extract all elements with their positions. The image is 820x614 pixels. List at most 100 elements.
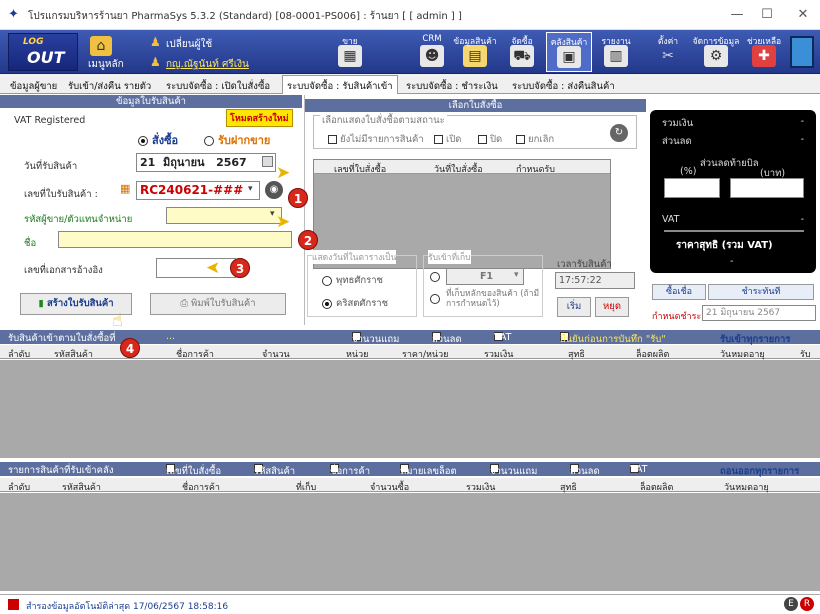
tab-open-po[interactable]: ระบบจัดซื้อ : เปิดใบสั่งซื้อ — [162, 76, 274, 94]
user-icon: ♟ — [150, 35, 161, 49]
r-badge-icon[interactable]: R — [800, 597, 814, 611]
net-value: - — [730, 256, 734, 267]
callout-3: 3 — [230, 258, 250, 278]
calendar-icon[interactable] — [262, 156, 273, 167]
purchase-button[interactable]: จัดซื้อ ⛟ — [500, 32, 544, 72]
radio-christian[interactable]: คริสตศักราช — [322, 296, 388, 311]
minimize-button[interactable]: — — [724, 6, 750, 24]
report-button[interactable]: รายงาน ▥ — [596, 32, 636, 72]
maximize-button[interactable]: ☐ — [754, 6, 780, 24]
tab-payment[interactable]: ระบบจัดซื้อ : ชำระเงิน — [402, 76, 502, 94]
vendor-name-field[interactable] — [58, 231, 292, 248]
col-receive: รับ — [800, 350, 811, 360]
tab-receive-return-item[interactable]: รับเข้า/ส่งคืน รายตัว — [64, 76, 155, 94]
receive-time-field[interactable]: 17:57:22 — [555, 272, 635, 289]
lookup-icon[interactable]: ◉ — [265, 181, 283, 199]
receive-date-picker[interactable]: 21 มิถุนายน 2567 — [136, 153, 276, 172]
incoming-po-value: ... — [166, 331, 176, 342]
wh-opt-trade-label: ชื่อการค้า — [330, 466, 371, 477]
data-manage-button[interactable]: จัดการข้อมูล ⚙ — [688, 32, 744, 72]
status-filter-group: เลือกแสดงใบสั่งซื้อตามสถานะ ยังไม่มีรายก… — [313, 113, 637, 149]
callout-4: 4 — [120, 338, 140, 358]
po-grid-header: เลขที่ใบสั่งซื้อ วันที่ใบสั่งซื้อ กำหนดร… — [314, 160, 610, 175]
settings-button[interactable]: ตั้งค่า ✂ — [648, 32, 688, 72]
window-title: โปรแกรมบริหารร้านยา PharmaSys 5.3.2 (Sta… — [28, 11, 462, 22]
ref-doc-field[interactable] — [156, 258, 236, 278]
radio-buy[interactable]: สั่งซื้อ — [138, 131, 178, 149]
module-tabs: ข้อมูลผู้ขาย รับเข้า/ส่งคืน รายตัว ระบบจ… — [0, 74, 820, 94]
discount-label: ส่วนลด — [662, 136, 692, 147]
start-button[interactable]: เริ่ม — [557, 297, 591, 317]
discount-baht-field[interactable] — [730, 178, 804, 198]
print-receipt-button[interactable]: ⎙ พิมพ์ใบรับสินค้า — [150, 293, 286, 315]
incoming-grid-body[interactable] — [0, 360, 820, 458]
col-seq: ลำดับ — [8, 350, 31, 360]
close-button[interactable]: ✕ — [790, 6, 816, 24]
col-unit-price: ราคา/หน่วย — [402, 350, 449, 360]
tab-return-goods[interactable]: ระบบจัดซื้อ : ส่งคืนสินค้า — [508, 76, 619, 94]
logout-button[interactable]: LOG OUT — [8, 33, 78, 71]
store-radio-dot — [430, 272, 440, 282]
filter-pending[interactable]: ยังไม่มีรายการสินค้า — [328, 132, 424, 147]
col-net: สุทธิ — [568, 350, 585, 360]
sale-label: ขาย — [342, 37, 358, 47]
credit-button[interactable]: ซื้อเชื่อ — [652, 284, 706, 300]
mode-badge: โหมดสร้างใหม่ — [226, 109, 293, 127]
help-label: ช่วยเหลือ — [746, 37, 782, 47]
callout-1: 1 — [288, 188, 308, 208]
help-button[interactable]: ช่วยเหลือ ✚ — [744, 32, 784, 72]
wh-col-code: รหัสสินค้า — [62, 483, 101, 493]
store-default-radio[interactable] — [430, 294, 444, 305]
tab-vendor-info[interactable]: ข้อมูลผู้ขาย — [6, 76, 61, 94]
home-icon[interactable]: ⌂ — [90, 36, 112, 56]
folder-icon: ▤ — [463, 45, 487, 67]
exit-app-icon[interactable] — [790, 36, 814, 68]
discount-pct-field[interactable] — [664, 178, 720, 198]
cash-button[interactable]: ชำระทันที — [708, 284, 814, 300]
vendor-select[interactable] — [166, 207, 282, 224]
vendor-dropdown-icon[interactable]: ▾ — [270, 209, 275, 219]
radio-consign[interactable]: รับฝากขาย — [204, 131, 270, 149]
warehouse-icon: ▣ — [557, 46, 581, 68]
doc-no-dropdown-icon[interactable]: ▾ — [248, 184, 253, 194]
sale-button[interactable]: ขาย ▦ — [330, 32, 370, 72]
backup-icon — [8, 599, 19, 610]
due-day: 21 — [706, 308, 718, 318]
filter-open-label: เปิด — [446, 134, 462, 145]
total-label: รวมเงิน — [662, 118, 694, 129]
e-badge-icon[interactable]: E — [784, 597, 798, 611]
due-date-picker[interactable]: 21 มิถุนายน 2567 — [702, 305, 816, 321]
change-user-link[interactable]: เปลี่ยนผู้ใช้ — [166, 37, 212, 52]
inventory-button[interactable]: คลังสินค้า ▣ — [546, 32, 592, 72]
wh-col-seq: ลำดับ — [8, 483, 31, 493]
tab-receive-goods[interactable]: ระบบจัดซื้อ : รับสินค้าเข้า — [282, 75, 398, 94]
store-select[interactable]: F1 — [446, 268, 524, 285]
filter-pending-check — [328, 135, 337, 144]
receive-time-label: เวลารับสินค้า — [557, 259, 612, 270]
refresh-icon[interactable]: ↻ — [610, 124, 628, 142]
radio-buddhist[interactable]: พุทธศักราช — [322, 273, 383, 288]
wh-opt-code-label: รหัสสินค้า — [254, 466, 296, 477]
store-dropdown-icon[interactable]: ▾ — [514, 270, 519, 280]
doc-no-field[interactable]: RC240621-### — [136, 181, 260, 200]
store-radio[interactable] — [430, 272, 444, 283]
filter-closed[interactable]: ปิด — [478, 132, 502, 147]
filter-cancel[interactable]: ยกเลิก — [516, 132, 554, 147]
main-menu-label[interactable]: เมนูหลัก — [88, 57, 124, 72]
wh-col-buy-qty: จำนวนซื้อ — [370, 483, 410, 493]
stop-button[interactable]: หยุด — [595, 297, 629, 317]
crm-button[interactable]: CRM ☻ — [412, 32, 452, 72]
crm-label: CRM — [422, 34, 442, 44]
filter-closed-check — [478, 135, 487, 144]
net-label: ราคาสุทธิ (รวม VAT) — [676, 240, 773, 251]
inventory-label: คลังสินค้า — [550, 38, 588, 48]
warehouse-grid-body[interactable] — [0, 493, 820, 591]
radio-consign-dot — [204, 136, 214, 146]
product-data-button[interactable]: ข้อมูลสินค้า ▤ — [450, 32, 500, 72]
tools-icon: ✂ — [662, 48, 674, 64]
discount-value: - — [800, 134, 804, 145]
filter-open[interactable]: เปิด — [434, 132, 461, 147]
radio-buddhist-label: พุทธศักราช — [336, 275, 383, 286]
radio-buy-dot — [138, 136, 148, 146]
arrow-icon-2: ➤ — [276, 212, 291, 232]
